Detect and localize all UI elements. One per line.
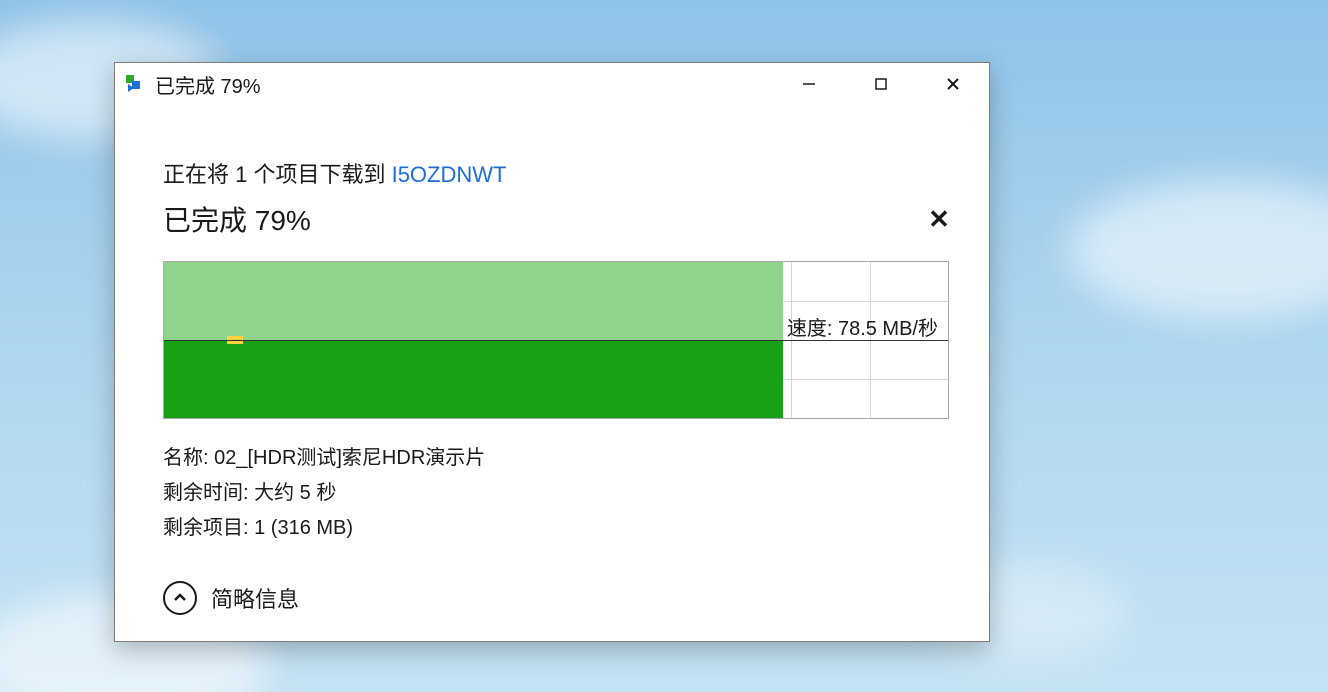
download-prefix: 正在将 1 个项目下载到 xyxy=(163,162,392,187)
maximize-button[interactable] xyxy=(845,63,917,105)
fewer-details-toggle[interactable]: 简略信息 xyxy=(163,563,949,621)
copy-icon xyxy=(125,74,145,94)
titlebar: 已完成 79% xyxy=(115,63,989,105)
cancel-button[interactable]: ✕ xyxy=(923,203,955,235)
fewer-details-label: 简略信息 xyxy=(211,582,299,614)
close-button[interactable] xyxy=(917,63,989,105)
speed-chart: 速度: 78.5 MB/秒 xyxy=(163,261,949,419)
time-remaining-value: 大约 5 秒 xyxy=(254,482,336,504)
progress-status: 已完成 79% xyxy=(163,199,311,239)
file-name-value: 02_[HDR测试]索尼HDR演示片 xyxy=(214,447,485,469)
file-name-row: 名称: 02_[HDR测试]索尼HDR演示片 xyxy=(163,441,949,476)
time-remaining-row: 剩余时间: 大约 5 秒 xyxy=(163,476,949,511)
minimize-button[interactable] xyxy=(773,63,845,105)
items-remaining-row: 剩余项目: 1 (316 MB) xyxy=(163,511,949,546)
destination-link[interactable]: I5OZDNWT xyxy=(392,162,507,187)
window-controls xyxy=(773,63,989,105)
window-title: 已完成 79% xyxy=(155,70,261,99)
download-description: 正在将 1 个项目下载到 I5OZDNWT xyxy=(163,157,949,189)
transfer-details: 名称: 02_[HDR测试]索尼HDR演示片 剩余时间: 大约 5 秒 剩余项目… xyxy=(163,441,949,546)
speed-label: 速度: 78.5 MB/秒 xyxy=(787,312,938,341)
chevron-up-icon xyxy=(163,581,197,615)
items-remaining-value: 1 (316 MB) xyxy=(254,517,353,539)
file-copy-dialog: 已完成 79% 正在将 1 个项目下载到 I5OZDNWT 已完成 79% ✕ … xyxy=(114,62,990,642)
dialog-content: 正在将 1 个项目下载到 I5OZDNWT 已完成 79% ✕ 速度: 78.5… xyxy=(115,105,989,641)
